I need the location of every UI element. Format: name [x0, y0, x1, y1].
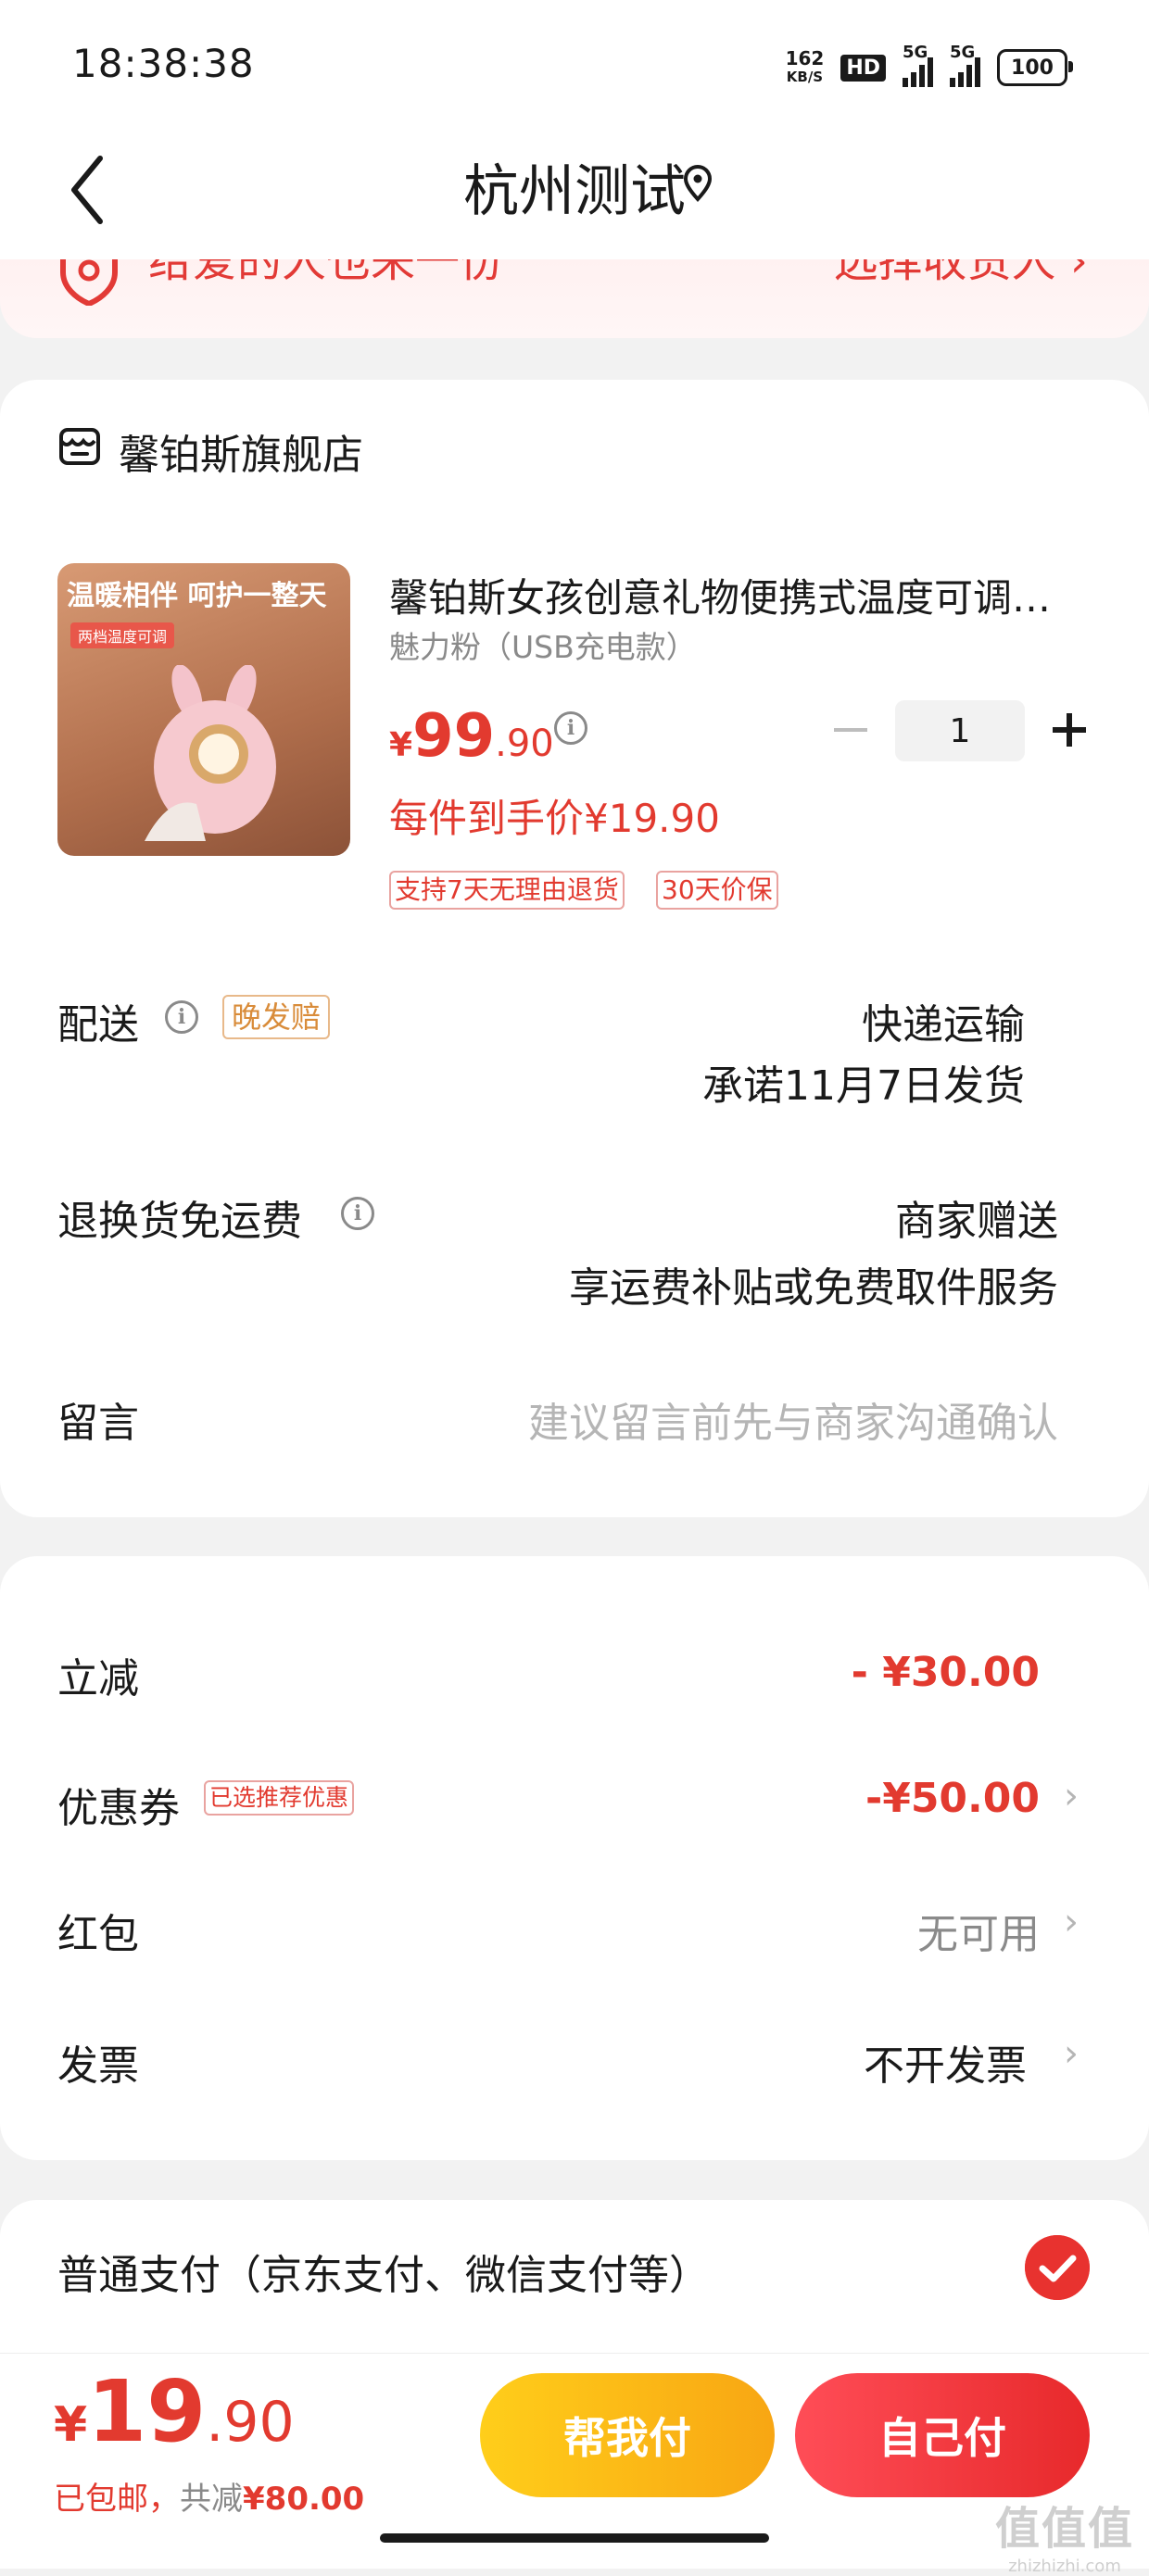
product-spec[interactable]: 魅力粉（USB充电款）	[389, 622, 697, 667]
coupon-value[interactable]: -¥50.00	[865, 1775, 1040, 1822]
signal-label-2: 5G	[950, 43, 976, 62]
watermark: 值值值 zhizhizhi.com	[995, 2492, 1134, 2576]
location-pin-icon[interactable]	[681, 165, 714, 202]
red-packet-chevron-icon[interactable]: ›	[1064, 1901, 1079, 1943]
return-shipping-desc: 享运费补贴或免费取件服务	[569, 1264, 1058, 1312]
status-icons: 162 KB/S HD 5G 5G 100	[786, 43, 1073, 91]
check-icon[interactable]	[1025, 2235, 1090, 2300]
battery-icon: 100	[997, 49, 1073, 86]
hand-warmer-image	[145, 665, 276, 841]
invoice-value[interactable]: 不开发票	[864, 2032, 1027, 2092]
coupon-recommended-tag: 已选推荐优惠	[204, 1780, 355, 1816]
saved-label: 共减	[180, 2481, 243, 2518]
total-decimal: .90	[206, 2390, 295, 2455]
hd-icon: HD	[840, 54, 886, 82]
quantity-decrease-button[interactable]	[834, 728, 867, 732]
order-card	[0, 380, 1149, 1517]
total-price: ¥ 19 .90	[54, 2362, 295, 2461]
return-policy-tag: 支持7天无理由退货	[389, 871, 625, 910]
page-title[interactable]: 杭州测试	[0, 146, 1149, 227]
instant-discount-value: - ¥30.00	[851, 1649, 1040, 1696]
saved-value: ¥80.00	[243, 2481, 365, 2518]
product-image-header: 温暖相伴 呵护一整天	[67, 580, 327, 612]
select-recipient-link[interactable]: 选择收货人 ›	[834, 259, 1088, 289]
message-input[interactable]: 建议留言前先与商家沟通确认	[528, 1389, 1058, 1449]
price-currency: ¥	[389, 726, 413, 764]
product-image[interactable]: 温暖相伴 呵护一整天 两档温度可调	[57, 563, 350, 856]
gift-banner[interactable]: 给爱的人也来一份 选择收货人 ›	[0, 259, 1149, 338]
product-image-tag: 两档温度可调	[70, 622, 175, 648]
delivery-method[interactable]: 快递运输	[862, 991, 1025, 1050]
product-title[interactable]: 馨铂斯女孩创意礼物便携式温度可调暖手宝	[389, 567, 1066, 623]
shield-location-icon	[60, 259, 118, 306]
return-shipping-label: 退换货免运费	[57, 1198, 302, 1245]
red-packet-label: 红包	[57, 1911, 139, 1958]
price-info-icon[interactable]: i	[554, 711, 587, 745]
red-packet-value[interactable]: 无可用	[917, 1901, 1040, 1960]
network-speed: 162 KB/S	[786, 49, 825, 86]
invoice-label: 发票	[57, 2042, 139, 2090]
invoice-chevron-icon[interactable]: ›	[1064, 2032, 1079, 2075]
payment-method-label[interactable]: 普通支付（京东支付、微信支付等）	[57, 2242, 710, 2301]
instant-discount-label: 立减	[57, 1655, 139, 1703]
self-pay-button[interactable]: 自己付	[795, 2373, 1090, 2497]
return-shipping-value: 商家赠送	[895, 1198, 1058, 1245]
price-protect-tag: 30天价保	[656, 871, 778, 910]
status-time: 18:38:38	[72, 41, 255, 86]
delivery-label: 配送	[57, 1001, 139, 1049]
product-price: ¥ 99 .90	[389, 702, 554, 771]
coupon-chevron-icon[interactable]: ›	[1064, 1775, 1079, 1817]
watermark-text: 值值值	[994, 2503, 1134, 2555]
network-speed-unit: KB/S	[786, 69, 824, 85]
quantity-increase-button[interactable]	[1051, 711, 1088, 748]
total-summary: 已包邮，共减¥80.00	[54, 2473, 364, 2519]
network-speed-value: 162	[785, 47, 825, 69]
total-integer: 19	[87, 2362, 207, 2461]
gift-banner-text: 给爱的人也来一份	[148, 259, 505, 287]
shop-name[interactable]: 馨铂斯旗舰店	[119, 421, 363, 481]
signal-5g-icon: 5G	[903, 43, 933, 87]
message-label: 留言	[57, 1400, 139, 1447]
help-pay-button[interactable]: 帮我付	[480, 2373, 775, 2497]
home-indicator[interactable]	[380, 2533, 769, 2543]
signal-5g-icon-2: 5G	[950, 43, 980, 87]
watermark-domain: zhizhizhi.com	[1008, 2557, 1121, 2576]
signal-label: 5G	[903, 43, 928, 62]
late-compensation-tag: 晚发赔	[222, 995, 331, 1039]
delivery-promise[interactable]: 承诺11月7日发货	[702, 1052, 1025, 1112]
free-shipping-text: 已包邮，	[54, 2481, 180, 2518]
price-integer: 99	[412, 702, 496, 771]
store-icon[interactable]	[57, 424, 102, 469]
total-currency: ¥	[54, 2397, 88, 2453]
coupon-label: 优惠券	[57, 1785, 180, 1832]
return-shipping-info-icon[interactable]: i	[341, 1197, 374, 1230]
each-price: 每件到手价¥19.90	[389, 796, 720, 841]
quantity-input[interactable]: 1	[895, 700, 1025, 761]
delivery-info-icon[interactable]: i	[165, 1000, 198, 1034]
price-decimal: .90	[495, 723, 554, 765]
